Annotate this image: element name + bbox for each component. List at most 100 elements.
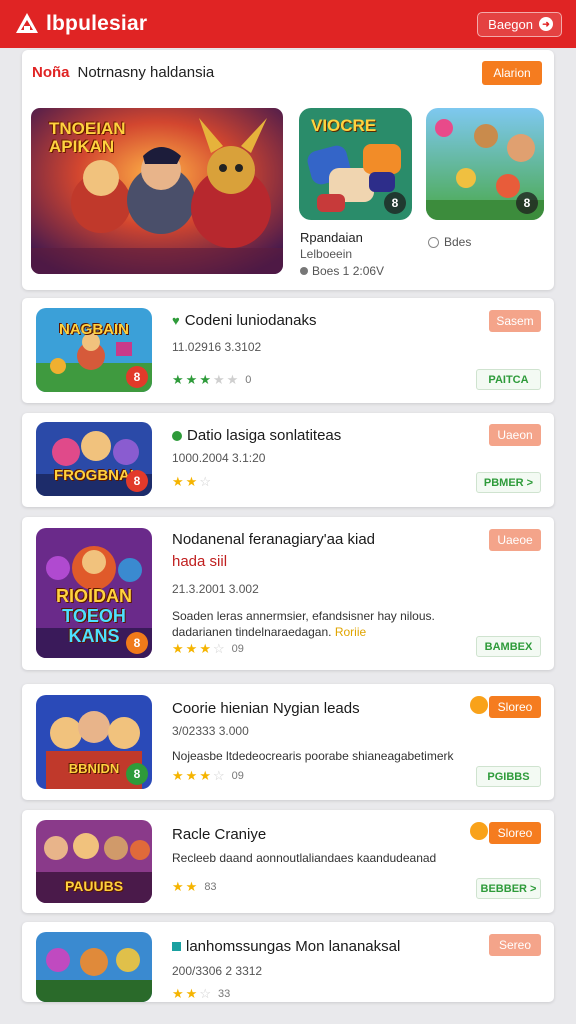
star-icon: ★ bbox=[172, 768, 185, 783]
tile1-badge: 8 bbox=[384, 192, 406, 214]
tag-button[interactable]: Sloreo bbox=[489, 822, 541, 844]
featured-tile-2[interactable]: 8 bbox=[426, 108, 544, 220]
game-thumbnail[interactable]: NAGBAIN 8 bbox=[36, 308, 152, 392]
star-icon: ★ bbox=[172, 986, 185, 1001]
get-button[interactable]: PGIBBS bbox=[476, 766, 541, 787]
status-dot-icon bbox=[172, 430, 182, 441]
star-icon: ☆ bbox=[199, 986, 212, 1001]
star-icon: ☆ bbox=[199, 474, 212, 489]
star-icon: ★ bbox=[172, 641, 185, 656]
list-item[interactable]: lanhomssungas Mon lananaksal 200/3306 2 … bbox=[22, 922, 554, 1002]
featured-date-text: Boes 1 2:06V bbox=[312, 264, 385, 278]
get-button[interactable]: BEBBER > bbox=[476, 878, 541, 899]
header-action-button[interactable]: Baegon ➜ bbox=[477, 11, 562, 37]
platform-badge: 8 bbox=[126, 763, 148, 785]
get-button[interactable]: PAITCA bbox=[476, 369, 541, 390]
item-title-text: Datio lasiga sonlatiteas bbox=[187, 427, 342, 444]
item-title[interactable]: Nodanenal feranagiary'aa kiad bbox=[172, 531, 375, 548]
game-thumbnail[interactable]: RIOIDAN TOEOH KANS 8 bbox=[36, 528, 152, 658]
item-date: 21.3.2001 3.002 bbox=[172, 582, 259, 596]
tag-button[interactable]: Sereo bbox=[489, 934, 541, 956]
list-item[interactable]: PAUUBS Racle Craniye Recleeb daand aonno… bbox=[22, 810, 554, 913]
list-item[interactable]: NAGBAIN 8 ♥ Codeni luniodanaks 11.02916 … bbox=[22, 298, 554, 403]
star-icon: ★ bbox=[199, 768, 212, 783]
star-icon: ☆ bbox=[212, 768, 226, 783]
list-item[interactable]: BBNIDN 8 Coorie hienian Nygian leads 3/0… bbox=[22, 684, 554, 800]
item-title-text: lanhomssungas Mon lananaksal bbox=[186, 938, 401, 955]
get-button[interactable]: BAMBEX bbox=[476, 636, 541, 657]
star-icon: ★ bbox=[185, 641, 199, 656]
tag-button[interactable]: Uaeoe bbox=[489, 529, 541, 551]
thumbnail-title: NAGBAIN bbox=[59, 321, 129, 338]
featured-tile-1[interactable]: VIOCRE 8 bbox=[299, 108, 412, 220]
star-icon: ★ bbox=[212, 372, 226, 387]
star-icon: ★ bbox=[199, 372, 212, 387]
tag-button[interactable]: Sasem bbox=[489, 310, 541, 332]
rating-count: 09 bbox=[231, 770, 244, 782]
item-title[interactable]: ♥ Codeni luniodanaks bbox=[172, 312, 316, 329]
platform-badge: 8 bbox=[126, 366, 148, 388]
app-logo-icon[interactable] bbox=[14, 11, 40, 37]
rating-count: 0 bbox=[245, 374, 252, 386]
tag-button[interactable]: Uaeon bbox=[489, 424, 541, 446]
star-icon: ★ bbox=[199, 641, 212, 656]
item-title[interactable]: Racle Craniye bbox=[172, 826, 266, 843]
star-rating: ★ ★ ★ ★ ★ 0 bbox=[172, 372, 251, 388]
thumbnail-title: PAUUBS bbox=[64, 878, 124, 894]
app-header: lbpulesiar Baegon ➜ bbox=[0, 0, 576, 48]
coin-icon bbox=[470, 696, 488, 714]
item-date: 200/3306 2 3312 bbox=[172, 964, 263, 978]
featured-game-name[interactable]: Rpandaian bbox=[300, 230, 363, 245]
game-thumbnail[interactable]: PAUUBS bbox=[36, 820, 152, 903]
get-button[interactable]: PBMER > bbox=[476, 472, 541, 493]
star-icon: ★ bbox=[185, 986, 199, 1001]
star-rating: ★ ★ ★ ☆ 09 bbox=[172, 768, 244, 784]
featured-game-subtitle: Lelboeein bbox=[300, 247, 353, 261]
list-item[interactable]: RIOIDAN TOEOH KANS 8 Nodanenal feranagia… bbox=[22, 517, 554, 670]
rating-count: 33 bbox=[217, 988, 231, 1000]
item-date: 1000.2004 3.1:20 bbox=[172, 451, 266, 465]
star-icon: ☆ bbox=[212, 641, 226, 656]
hero-title: TNOEIAN APIKAN bbox=[49, 120, 126, 156]
star-icon: ★ bbox=[172, 372, 185, 387]
game-thumbnail[interactable]: BBNIDN 8 bbox=[36, 695, 152, 789]
featured-action-button[interactable]: Alarion bbox=[482, 61, 542, 85]
star-icon: ★ bbox=[185, 474, 199, 489]
star-rating: ★ ★ ☆ 33 bbox=[172, 986, 230, 1002]
star-rating: ★ ★ 83 bbox=[172, 879, 217, 895]
star-rating: ★ ★ ☆ bbox=[172, 474, 212, 490]
featured-heading: Noña Notrnasny haldansia bbox=[32, 64, 214, 81]
thumbnail-title-line1: RIOIDAN bbox=[56, 586, 132, 606]
star-icon: ★ bbox=[185, 372, 199, 387]
tile1-title: VIOCRE bbox=[311, 116, 377, 135]
star-icon: ★ bbox=[172, 474, 185, 489]
list-item[interactable]: FROGBNAI 8 Datio lasiga sonlatiteas 1000… bbox=[22, 413, 554, 507]
star-icon: ★ bbox=[185, 768, 199, 783]
featured-hero-image[interactable]: TNOEIAN APIKAN bbox=[31, 108, 283, 274]
arrow-right-icon: ➜ bbox=[539, 17, 553, 31]
item-title[interactable]: lanhomssungas Mon lananaksal bbox=[172, 938, 400, 955]
check-icon: ♥ bbox=[172, 313, 180, 328]
clock-icon bbox=[300, 267, 308, 275]
square-icon bbox=[172, 942, 181, 951]
item-description: Nojeasbe ltdedeocrearis poorabe shianeag… bbox=[172, 749, 454, 763]
item-title-line2: hada siil bbox=[172, 553, 228, 570]
featured-likes[interactable]: Bdes bbox=[428, 235, 471, 249]
tag-button[interactable]: Sloreo bbox=[489, 696, 541, 718]
game-thumbnail[interactable]: FROGBNAI 8 bbox=[36, 422, 152, 496]
item-description-line2: dadarianen tindelnaraedagan. bbox=[172, 625, 332, 639]
star-icon: ★ bbox=[185, 879, 199, 894]
hero-title-line1: TNOEIAN bbox=[49, 119, 126, 138]
app-title: lbpulesiar bbox=[46, 12, 148, 35]
featured-tag: Noña bbox=[32, 64, 70, 81]
game-thumbnail[interactable] bbox=[36, 932, 152, 1002]
item-description-line1: Soaden leras annermsier, efandsisner hay… bbox=[172, 609, 435, 623]
star-rating: ★ ★ ★ ☆ 09 bbox=[172, 641, 244, 657]
rating-count: 09 bbox=[231, 643, 244, 655]
item-title[interactable]: Datio lasiga sonlatiteas bbox=[172, 427, 341, 444]
coin-icon bbox=[470, 822, 488, 840]
hero-title-line2: APIKAN bbox=[49, 137, 115, 156]
item-title[interactable]: Coorie hienian Nygian leads bbox=[172, 700, 360, 717]
header-action-label: Baegon bbox=[488, 16, 533, 32]
item-description: Recleeb daand aonnoutlaliandaes kaandude… bbox=[172, 851, 437, 865]
